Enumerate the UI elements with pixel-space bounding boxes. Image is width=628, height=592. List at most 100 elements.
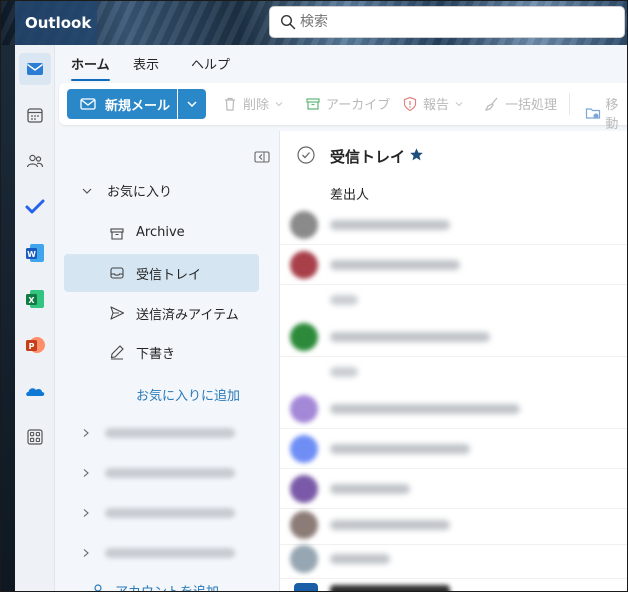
draft-icon [110,345,124,360]
ribbon-divider [569,93,570,115]
new-mail-button[interactable]: 新規メール [67,89,177,119]
avatar [290,475,318,503]
message-list: 受信トレイ 差出人 [279,131,627,591]
avatar [290,545,318,573]
message-sender-redacted [330,332,490,342]
sweep-label: 一括処理 [505,98,558,113]
mail-icon [80,98,96,110]
account-name-redacted [105,468,235,478]
chevron-down-icon [455,101,463,106]
svg-text:P: P [29,342,35,351]
message-row[interactable] [280,245,627,285]
select-all-icon[interactable] [296,145,316,165]
message-row[interactable] [280,317,627,357]
message-row[interactable] [280,429,627,469]
add-account-link[interactable]: アカウントを追加 [91,581,219,591]
message-list-header: 受信トレイ [280,131,627,179]
favorites-header[interactable]: お気に入り [81,181,172,200]
send-icon [110,306,125,320]
rail-excel[interactable]: X [19,283,51,315]
archive-icon [110,228,124,240]
folder-pane: お気に入り Archive 受信トレイ 送信済みアイテム 下書き お気に入りに追… [55,131,277,591]
folder-label: Archive [136,225,185,240]
message-sender-redacted [330,585,450,591]
account-group[interactable] [81,503,235,523]
shield-icon [403,96,417,111]
sweep-button[interactable]: 一括処理 [483,94,557,113]
excel-icon: X [26,290,44,308]
star-icon[interactable] [409,147,424,162]
calendar-icon [27,108,43,123]
account-group[interactable] [81,543,235,563]
app-brand[interactable]: Outlook [15,1,97,45]
avatar [290,323,318,351]
rail-apps[interactable] [19,421,51,453]
folder-sent[interactable]: 送信済みアイテム [64,294,259,332]
todo-icon [25,199,45,214]
rail-people[interactable] [19,145,51,177]
rail-todo[interactable] [19,191,51,223]
search-icon [280,14,296,30]
tab-view[interactable]: 表示 [133,54,159,73]
message-sender-redacted [330,554,390,564]
report-button[interactable]: 報告 [401,94,463,113]
search-input[interactable] [300,11,610,33]
account-name-redacted [105,508,235,518]
word-icon: W [26,244,44,262]
message-sender-redacted [330,220,450,230]
add-account-label: アカウントを追加 [115,581,219,591]
folder-inbox[interactable]: 受信トレイ [64,254,259,292]
trash-icon [225,97,235,111]
collapse-pane-icon[interactable] [253,149,271,165]
chevron-right-icon [83,469,89,477]
search-box[interactable] [269,6,625,38]
avatar [290,435,318,463]
rail-mail[interactable] [19,53,51,85]
archive-label: アーカイブ [326,98,391,113]
people-icon [26,154,44,168]
chevron-right-icon [83,429,89,437]
app-logo [294,583,318,591]
message-row[interactable] [280,469,627,509]
folder-label: 送信済みアイテム [136,308,239,323]
avatar [290,395,318,423]
add-favorite-link[interactable]: お気に入りに追加 [136,385,240,404]
avatar [290,251,318,279]
folder-archive[interactable]: Archive [64,215,259,253]
list-title: 受信トレイ [330,148,406,166]
account-group[interactable] [81,423,235,443]
date-group-redacted [330,295,358,305]
rail-powerpoint[interactable]: P [19,329,51,361]
tab-help[interactable]: ヘルプ [191,54,230,73]
rail-word[interactable]: W [19,237,51,269]
move-button[interactable]: 移動 [585,94,627,132]
message-row[interactable] [280,539,627,579]
account-name-redacted [105,548,235,558]
broom-icon [484,97,498,111]
delete-button[interactable]: 削除 [221,94,283,113]
folder-drafts[interactable]: 下書き [64,333,259,371]
sender-column-header[interactable]: 差出人 [330,184,369,203]
move-label: 移動 [605,98,619,132]
rail-onedrive[interactable] [19,375,51,407]
inbox-icon [110,267,124,279]
new-mail-dropdown[interactable] [178,89,206,119]
chevron-right-icon [83,509,89,517]
rail-calendar[interactable] [19,99,51,131]
person-add-icon [94,583,102,591]
folder-label: 下書き [136,347,176,362]
archive-icon [306,97,320,110]
ribbon-toolbar: 新規メール 削除 アーカイブ 報告 一括処理 移動 [59,83,627,132]
app-rail: W X P [15,45,55,591]
svg-text:W: W [27,250,36,259]
tab-home[interactable]: ホーム [71,54,110,81]
message-row[interactable] [280,205,627,245]
chevron-down-icon [275,101,283,106]
new-mail-label: 新規メール [105,98,171,114]
message-row[interactable] [280,389,627,429]
chevron-down-icon [187,101,197,108]
archive-button[interactable]: アーカイブ [304,94,390,113]
mail-icon [27,63,43,75]
folder-label: 受信トレイ [136,268,202,283]
account-group[interactable] [81,463,235,483]
